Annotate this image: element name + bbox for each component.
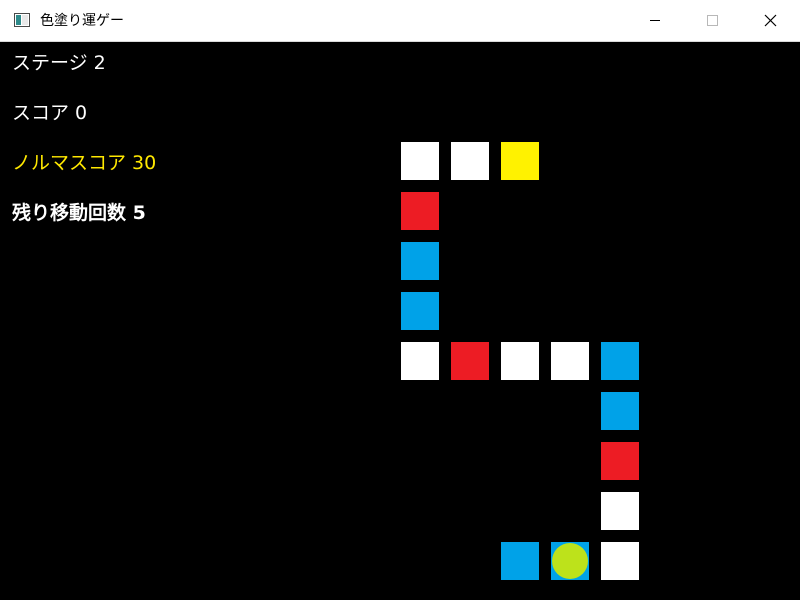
game-window: 色塗り運ゲー ステージ 2 スコア 0 ノルマスコア 30 残り移動回数 5 [0, 0, 800, 600]
close-icon [764, 14, 777, 27]
maximize-button[interactable] [684, 0, 742, 42]
tile-red [401, 192, 439, 230]
tile-red [601, 442, 639, 480]
tile-blue [601, 342, 639, 380]
window-title: 色塗り運ゲー [40, 13, 124, 29]
tile-yellow [501, 142, 539, 180]
tile-white [551, 342, 589, 380]
tile-white [601, 492, 639, 530]
app-window-icon [14, 13, 30, 27]
maximize-icon [707, 15, 718, 26]
tile-blue [501, 542, 539, 580]
game-board[interactable] [0, 42, 800, 600]
tile-blue [401, 292, 439, 330]
tile-white [451, 142, 489, 180]
tile-white [401, 142, 439, 180]
tile-white [401, 342, 439, 380]
player-piece[interactable] [552, 543, 588, 579]
minimize-icon [650, 20, 660, 21]
title-bar[interactable]: 色塗り運ゲー [0, 0, 800, 42]
minimize-button[interactable] [626, 0, 684, 42]
tile-white [501, 342, 539, 380]
tile-red [451, 342, 489, 380]
close-button[interactable] [742, 0, 800, 42]
tile-white [601, 542, 639, 580]
game-canvas[interactable]: ステージ 2 スコア 0 ノルマスコア 30 残り移動回数 5 [0, 42, 800, 600]
tile-blue [401, 242, 439, 280]
tile-blue [601, 392, 639, 430]
